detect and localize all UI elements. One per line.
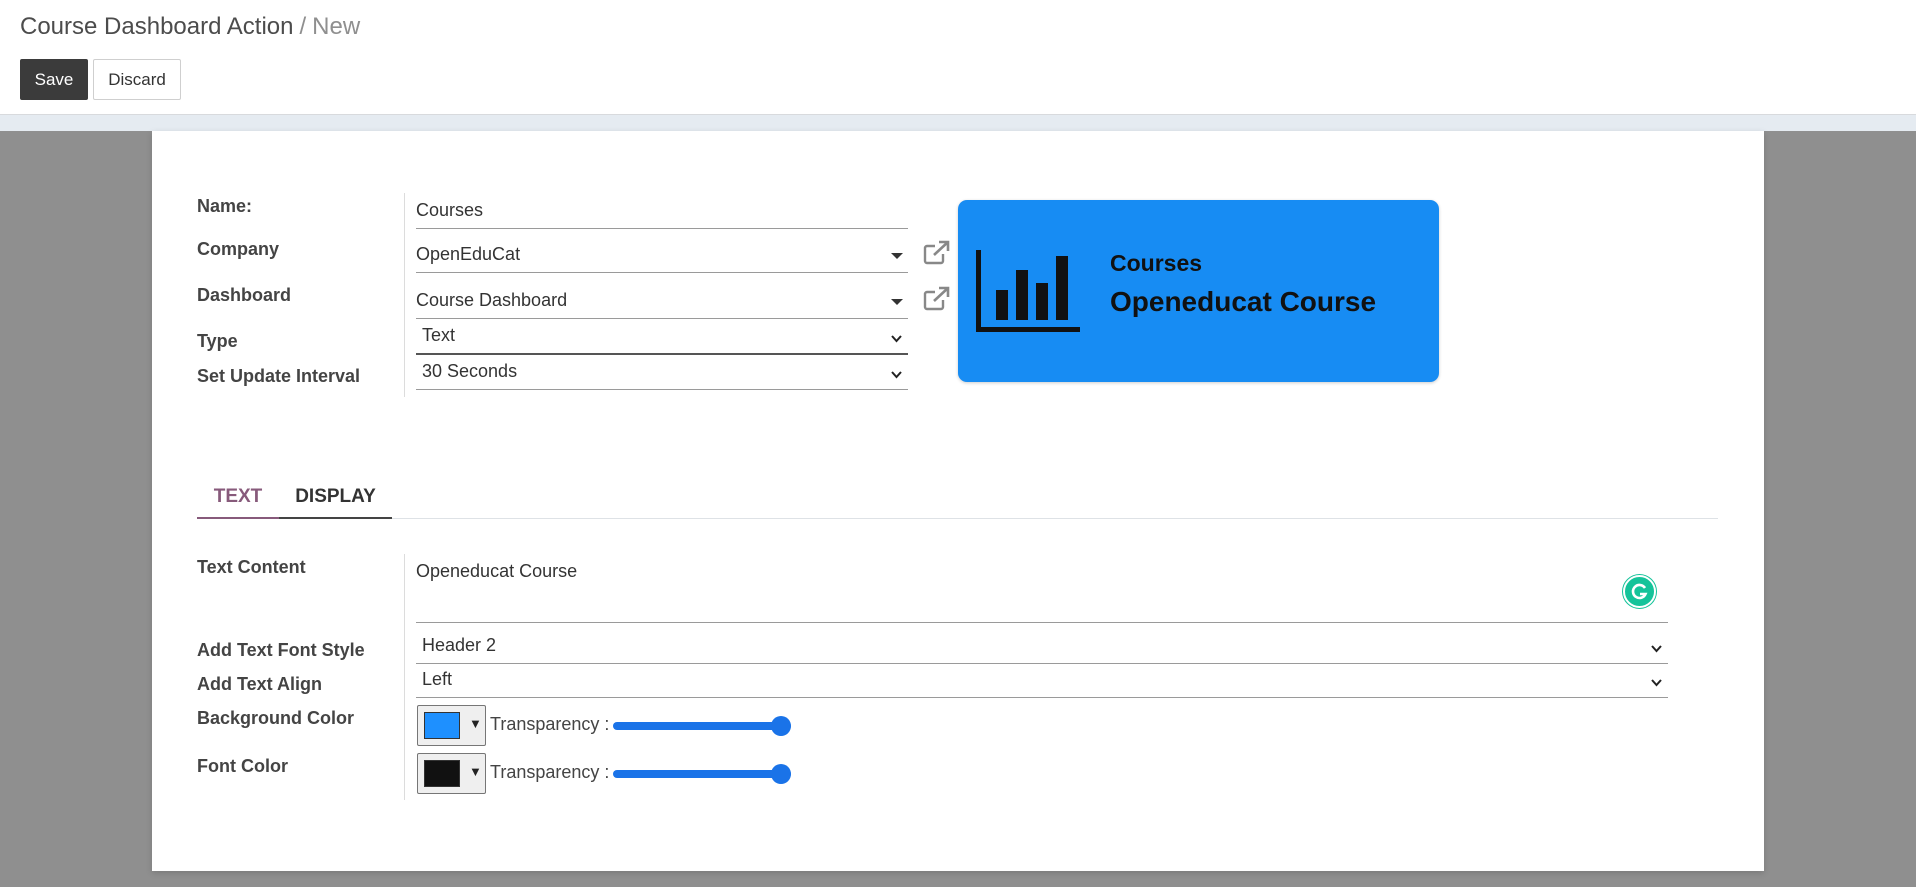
dashboard-label: Dashboard <box>197 285 292 305</box>
type-label: Type <box>197 331 238 351</box>
discard-button[interactable]: Discard <box>93 59 181 100</box>
type-select[interactable]: Text <box>416 325 908 355</box>
font-style-label: Add Text Font Style <box>197 640 365 660</box>
preview-content: Openeducat Course <box>1110 286 1377 317</box>
breadcrumb-current: New <box>312 13 361 40</box>
control-panel: Course Dashboard Action / New Save Discard <box>0 0 1916 115</box>
dropdown-arrow-icon: ▼ <box>469 764 482 779</box>
font-style-value: Header 2 <box>422 635 497 655</box>
tab-text[interactable]: TEXT <box>197 477 279 519</box>
font-color-picker[interactable]: ▼ <box>417 753 486 794</box>
dashboard-field[interactable]: Course Dashboard <box>416 283 908 319</box>
background-color-swatch <box>424 712 460 739</box>
caret-down-icon[interactable] <box>891 253 903 259</box>
save-button[interactable]: Save <box>20 59 88 100</box>
chevron-down-icon <box>891 371 902 379</box>
font-color-swatch <box>424 760 460 787</box>
dropdown-arrow-icon: ▼ <box>469 716 482 731</box>
text-content-label: Text Content <box>197 557 306 577</box>
tab-display[interactable]: DISPLAY <box>279 477 392 519</box>
name-input[interactable]: Courses <box>416 193 908 229</box>
update-interval-value: 30 Seconds <box>422 361 518 381</box>
notebook-tabs: TEXT DISPLAY <box>197 477 1718 519</box>
chevron-down-icon <box>1651 645 1662 653</box>
font-style-select[interactable]: Header 2 <box>416 635 1668 664</box>
text-align-select[interactable]: Left <box>416 669 1668 698</box>
background-color-label: Background Color <box>197 708 355 728</box>
font-transparency-label: Transparency : <box>490 762 610 782</box>
preview-title: Courses <box>1110 250 1203 276</box>
caret-down-icon[interactable] <box>891 299 903 305</box>
slider-thumb[interactable] <box>771 716 791 736</box>
external-link-icon[interactable] <box>923 240 951 266</box>
content-top-strip <box>0 115 1916 131</box>
breadcrumb-parent-link[interactable]: Course Dashboard Action <box>20 13 294 40</box>
grammarly-icon[interactable] <box>1623 575 1656 608</box>
company-label: Company <box>197 239 280 259</box>
type-value: Text <box>422 325 456 345</box>
group-separator <box>404 193 405 397</box>
chevron-down-icon <box>1651 679 1662 687</box>
dashboard-value: Course Dashboard <box>416 290 568 310</box>
external-link-icon[interactable] <box>923 286 951 312</box>
dashboard-preview-card: Courses Openeducat Course <box>958 200 1439 382</box>
bar-chart-icon <box>976 250 1080 332</box>
text-align-value: Left <box>422 669 453 689</box>
slider-thumb[interactable] <box>771 764 791 784</box>
group-separator <box>404 554 405 800</box>
slider-track <box>613 770 791 778</box>
breadcrumb-separator: / <box>299 13 307 40</box>
text-content-value: Openeducat Course <box>416 561 578 581</box>
slider-track <box>613 722 791 730</box>
text-content-textarea[interactable]: Openeducat Course <box>416 550 1668 623</box>
font-transparency-slider[interactable] <box>613 764 791 784</box>
background-transparency-label: Transparency : <box>490 714 610 734</box>
update-interval-label: Set Update Interval <box>197 366 361 386</box>
breadcrumb: Course Dashboard Action / New <box>20 13 360 41</box>
text-align-label: Add Text Align <box>197 674 322 694</box>
font-color-label: Font Color <box>197 756 288 776</box>
name-label: Name: <box>197 196 253 216</box>
chevron-down-icon <box>891 335 902 343</box>
background-transparency-slider[interactable] <box>613 716 791 736</box>
company-field[interactable]: OpenEduCat <box>416 237 908 273</box>
name-value: Courses <box>416 200 484 220</box>
company-value: OpenEduCat <box>416 244 521 264</box>
update-interval-select[interactable]: 30 Seconds <box>416 361 908 390</box>
background-color-picker[interactable]: ▼ <box>417 705 486 746</box>
